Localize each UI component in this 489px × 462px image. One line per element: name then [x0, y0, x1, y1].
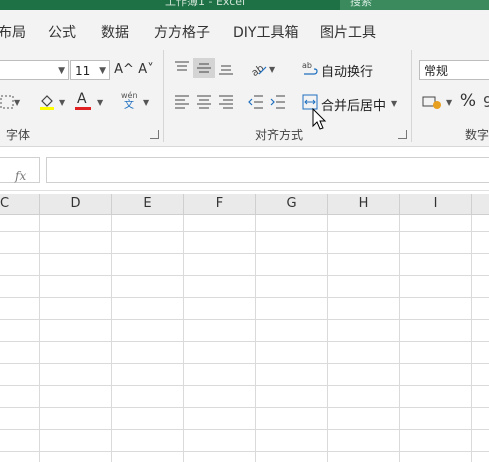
grid-line: [0, 429, 489, 430]
title-bar: 工作簿1 - Excel 搜索: [0, 0, 489, 10]
chevron-down-icon[interactable]: ▼: [446, 98, 452, 107]
increase-indent-button[interactable]: [267, 92, 289, 112]
comma-style-icon[interactable]: 9: [483, 93, 489, 111]
middle-align-icon: [197, 63, 211, 73]
chevron-down-icon: ▼: [58, 66, 65, 76]
formula-input[interactable]: [46, 157, 489, 183]
fill-bucket-icon: [40, 95, 54, 110]
tab-picture-tools[interactable]: 图片工具: [320, 22, 376, 42]
orientation-button[interactable]: ab: [247, 58, 269, 79]
grid-line: [0, 253, 489, 254]
chevron-down-icon[interactable]: ▼: [14, 98, 20, 107]
accounting-format-button[interactable]: [419, 92, 445, 112]
grid-line: [0, 275, 489, 276]
chevron-down-icon: ▼: [99, 66, 106, 76]
bottom-align-button[interactable]: [215, 58, 237, 78]
fill-color-button[interactable]: [36, 92, 58, 112]
column-header-c[interactable]: C: [0, 194, 40, 214]
wrap-text-button[interactable]: ab 自动换行: [302, 58, 377, 80]
percent-button[interactable]: %: [457, 91, 479, 111]
number-format-combo[interactable]: 常规: [419, 60, 489, 80]
column-header-h[interactable]: H: [328, 194, 400, 214]
borders-icon: [0, 95, 14, 109]
font-size-value: 11: [75, 64, 91, 78]
column-header-g[interactable]: G: [256, 194, 328, 214]
grid-line: [0, 451, 489, 452]
search-placeholder: 搜索: [350, 0, 372, 8]
grid-line: [0, 363, 489, 364]
middle-align-button[interactable]: [193, 58, 215, 78]
merge-center-label: 合并后居中: [321, 99, 387, 114]
alignment-group-label: 对齐方式: [255, 128, 304, 142]
align-center-icon: [197, 95, 211, 109]
tab-fangfang[interactable]: 方方格子: [154, 22, 210, 42]
accounting-icon: [422, 96, 441, 109]
font-size-combo[interactable]: 11 ▼: [70, 60, 110, 80]
top-align-button[interactable]: [171, 58, 193, 78]
alignment-dialog-launcher[interactable]: [398, 130, 407, 139]
font-color-icon: A: [77, 91, 87, 107]
mouse-pointer-icon: [312, 108, 327, 130]
font-color-button[interactable]: A: [72, 91, 94, 112]
decrease-font-icon: A˅: [138, 62, 154, 77]
increase-font-icon: A^: [114, 62, 134, 77]
align-center-button[interactable]: [193, 92, 215, 112]
font-name-combo[interactable]: ▼: [0, 60, 69, 80]
text-orientation-icon: ab: [250, 63, 267, 79]
svg-text:ab: ab: [302, 61, 312, 70]
grid-line: [0, 407, 489, 408]
decrease-indent-icon: [248, 95, 263, 109]
grid-line: [0, 319, 489, 320]
tab-data[interactable]: 数据: [101, 22, 129, 42]
formula-bar: fx: [0, 152, 489, 191]
font-color-swatch: [75, 107, 91, 110]
increase-font-size-button[interactable]: A^: [113, 60, 135, 80]
align-left-icon: [175, 95, 189, 109]
worksheet-grid[interactable]: [0, 215, 489, 462]
column-header-d[interactable]: D: [40, 194, 112, 214]
name-box[interactable]: fx: [0, 157, 40, 183]
search-box[interactable]: 搜索: [340, 0, 489, 10]
tab-formulas[interactable]: 公式: [48, 22, 76, 42]
decrease-font-size-button[interactable]: A˅: [135, 60, 157, 80]
number-format-value: 常规: [424, 64, 449, 78]
function-icon[interactable]: fx: [15, 169, 26, 183]
align-left-button[interactable]: [171, 92, 193, 112]
grid-line: [0, 341, 489, 342]
column-headers: C D E F G H I: [0, 194, 489, 215]
group-divider: [163, 50, 164, 142]
decrease-indent-button[interactable]: [245, 92, 267, 112]
increase-indent-icon: [270, 95, 285, 109]
grid-line: [0, 385, 489, 386]
grid-line: [0, 297, 489, 298]
group-divider: [411, 50, 412, 142]
chevron-down-icon[interactable]: ▼: [269, 65, 275, 74]
ribbon-panel: ▼ 11 ▼ A^ A˅ ▼ ▼ A ▼ wén 文 ▼ 字体 ab ▼ ab …: [0, 50, 489, 147]
wrap-text-label: 自动换行: [321, 65, 374, 80]
bottom-align-icon: [219, 65, 233, 75]
phonetic-button[interactable]: wén 文: [118, 90, 142, 114]
column-header-i[interactable]: I: [400, 194, 472, 214]
grid-line: [0, 231, 489, 232]
tab-layout[interactable]: 布局: [0, 22, 26, 42]
wrap-text-icon: ab: [302, 61, 318, 75]
ribbon-tabs: 布局 公式 数据 方方格子 DIY工具箱 图片工具: [0, 10, 489, 50]
chevron-down-icon[interactable]: ▼: [143, 98, 149, 107]
align-right-icon: [219, 95, 233, 109]
percent-icon: %: [459, 91, 477, 111]
chevron-down-icon[interactable]: ▼: [391, 99, 397, 108]
top-align-icon: [175, 61, 189, 71]
window-title: 工作簿1 - Excel: [165, 0, 246, 8]
font-dialog-launcher[interactable]: [150, 130, 159, 139]
tab-diy-toolbox[interactable]: DIY工具箱: [233, 22, 298, 42]
phonetic-bottom: 文: [124, 100, 134, 111]
column-header-e[interactable]: E: [112, 194, 184, 214]
chevron-down-icon[interactable]: ▼: [97, 98, 103, 107]
font-group-label: 字体: [6, 128, 31, 142]
chevron-down-icon[interactable]: ▼: [59, 98, 65, 107]
number-group-label: 数字: [465, 128, 489, 142]
align-right-button[interactable]: [215, 92, 237, 112]
column-header-f[interactable]: F: [184, 194, 256, 214]
